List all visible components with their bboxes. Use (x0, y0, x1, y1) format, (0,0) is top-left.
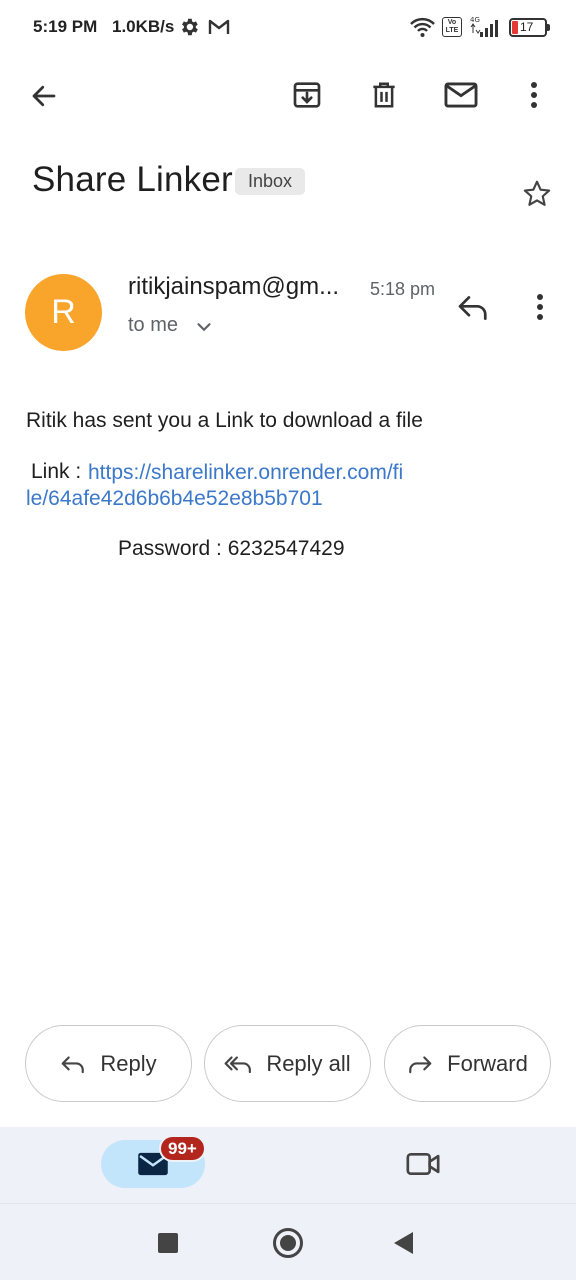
more-vert-icon (531, 82, 537, 108)
wifi-icon (410, 17, 435, 37)
status-bar: 5:19 PM 1.0KB/s Vo LTE 4G 17 (0, 0, 576, 56)
bottom-navigation: 99+ (0, 1127, 576, 1203)
delete-icon (373, 82, 395, 108)
back-arrow-icon (32, 85, 56, 107)
reply-icon (458, 296, 487, 320)
battery-icon: 17 (509, 18, 550, 37)
status-time: 5:19 PM (33, 17, 98, 36)
home-button[interactable] (273, 1228, 303, 1258)
email-subject: Share Linker (32, 160, 233, 199)
signal-icon: 4G (470, 16, 498, 37)
chevron-down-icon[interactable] (193, 316, 215, 338)
sender-avatar[interactable]: R (25, 274, 102, 351)
archive-icon (293, 82, 321, 108)
star-button[interactable] (515, 172, 559, 216)
message-text: Ritik has sent you a Link to download a … (26, 409, 423, 432)
reply-all-button[interactable]: Reply all (204, 1025, 371, 1102)
sender-address[interactable]: ritikjainspam@gm... (128, 273, 368, 301)
back-button[interactable] (22, 74, 66, 118)
battery-level-fill (512, 21, 518, 34)
archive-button[interactable] (285, 73, 329, 117)
volte-icon: Vo LTE (442, 17, 462, 37)
reply-all-label: Reply all (266, 1050, 351, 1076)
forward-button[interactable]: Forward (384, 1025, 551, 1102)
reply-icon (62, 1055, 85, 1073)
password-text: Password : 6232547429 (118, 537, 345, 560)
forward-label: Forward (447, 1050, 528, 1076)
download-link[interactable]: https://sharelinker.onrender.com/file/64… (26, 460, 406, 512)
system-back-button[interactable] (394, 1232, 413, 1254)
reply-all-icon (224, 1055, 252, 1073)
delete-button[interactable] (362, 73, 406, 117)
more-vert-icon (537, 294, 543, 320)
system-navigation (0, 1203, 576, 1280)
status-network-speed: 1.0KB/s (112, 17, 175, 36)
forward-icon (409, 1055, 432, 1073)
mark-unread-button[interactable] (439, 73, 483, 117)
battery-percent: 17 (520, 20, 534, 34)
reply-button[interactable]: Reply (25, 1025, 192, 1102)
gmail-icon (208, 19, 230, 34)
reply-quick-button[interactable] (451, 285, 495, 329)
label-chip[interactable]: Inbox (235, 168, 306, 195)
sent-time: 5:18 pm (370, 279, 436, 299)
message-more-button[interactable] (518, 285, 562, 329)
star-icon (523, 180, 551, 206)
mark-unread-icon (444, 82, 478, 108)
video-call-icon (406, 1152, 440, 1176)
more-options-button[interactable] (512, 73, 556, 117)
gear-icon (182, 18, 198, 36)
network-type-label: 4G (470, 16, 480, 24)
reply-label: Reply (100, 1050, 157, 1076)
recents-button[interactable] (158, 1233, 178, 1253)
battery-nub (547, 24, 550, 31)
recipient-summary[interactable]: to me (128, 314, 178, 337)
unread-count-badge: 99+ (159, 1135, 206, 1162)
nav-meet-tab[interactable] (400, 1141, 446, 1187)
